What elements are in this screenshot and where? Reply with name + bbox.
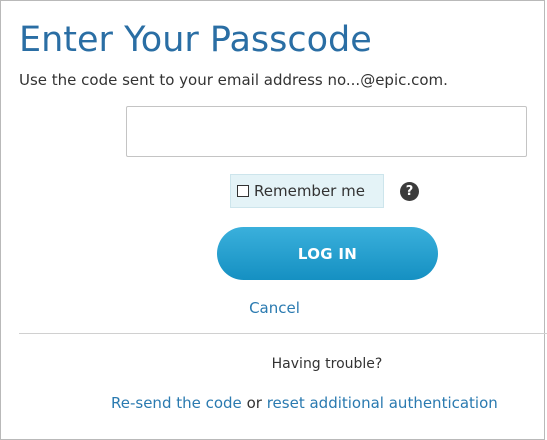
or-text: or [246,394,262,412]
checkbox-unchecked-icon[interactable] [237,185,249,197]
cancel-link[interactable]: Cancel [249,299,300,317]
trouble-options: Re-send the code or reset additional aut… [111,394,498,412]
having-trouble-heading: Having trouble? [271,356,383,372]
login-panel: Enter Your Passcode Use the code sent to… [0,0,547,440]
reset-authentication-link[interactable]: reset additional authentication [267,394,498,412]
page-title: Enter Your Passcode [19,20,372,60]
divider [19,333,547,334]
question-circle-icon[interactable]: ? [400,182,419,201]
cancel-row: Cancel [1,299,547,317]
login-button[interactable]: LOG IN [217,227,438,280]
remember-me-label: Remember me [254,182,365,200]
passcode-input[interactable] [126,106,527,157]
instructions-text: Use the code sent to your email address … [19,71,448,89]
remember-me-checkbox[interactable]: Remember me [230,174,384,208]
resend-code-link[interactable]: Re-send the code [111,394,242,412]
